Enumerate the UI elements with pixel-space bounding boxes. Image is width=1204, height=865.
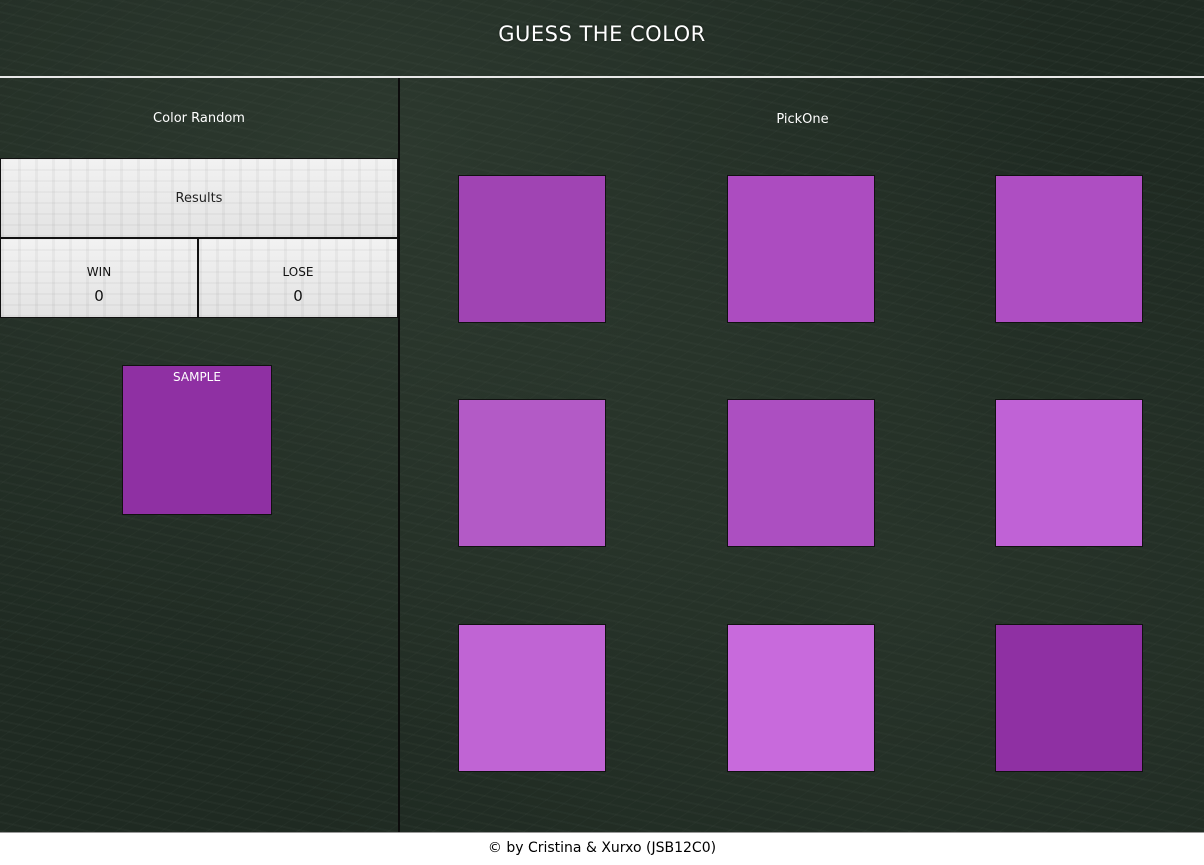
color-option-9[interactable] <box>995 624 1143 772</box>
color-option-6[interactable] <box>995 399 1143 547</box>
sample-color-swatch: SAMPLE <box>122 365 272 515</box>
color-random-caption: Color Random <box>153 111 245 126</box>
color-option-2[interactable] <box>727 175 875 323</box>
footer-credit: © by Cristina & Xurxo (JSB12C0) <box>487 840 717 856</box>
win-count: 0 <box>94 287 104 305</box>
color-option-3[interactable] <box>995 175 1143 323</box>
color-option-4[interactable] <box>458 399 606 547</box>
lose-label: LOSE <box>282 265 314 279</box>
results-title: Results <box>175 190 223 206</box>
color-option-1[interactable] <box>458 175 606 323</box>
results-panel: Results WIN 0 LOSE 0 <box>0 158 398 318</box>
color-option-8[interactable] <box>727 624 875 772</box>
lose-count: 0 <box>293 287 303 305</box>
pick-one-caption: PickOne <box>776 112 829 127</box>
page-title: GUESS THE COLOR <box>498 22 706 46</box>
color-option-5[interactable] <box>727 399 875 547</box>
sample-label: SAMPLE <box>173 370 221 384</box>
win-label: WIN <box>86 265 112 279</box>
results-heading: Results <box>1 159 397 239</box>
color-option-7[interactable] <box>458 624 606 772</box>
win-score-cell: WIN 0 <box>1 239 199 317</box>
footer: © by Cristina & Xurxo (JSB12C0) <box>0 832 1204 865</box>
lose-score-cell: LOSE 0 <box>199 239 397 317</box>
